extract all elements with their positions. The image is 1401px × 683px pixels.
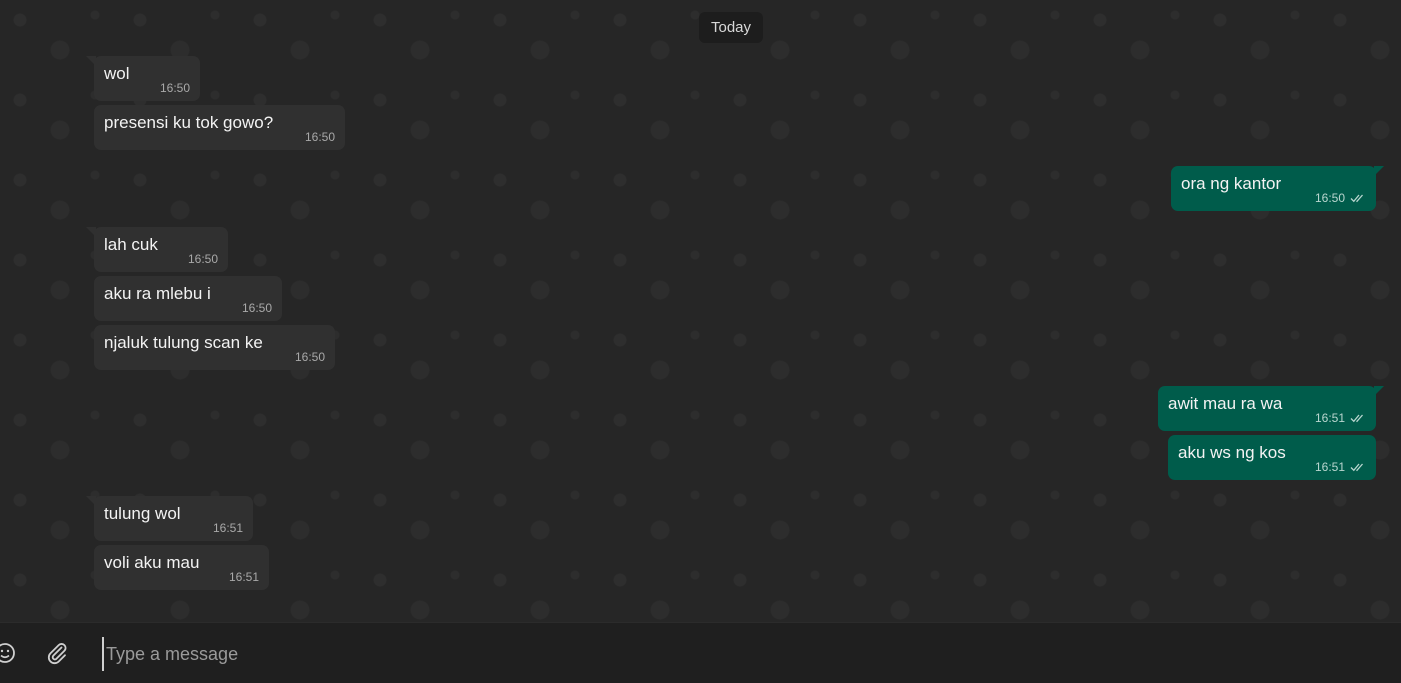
- message-text: aku ra mlebu i: [104, 284, 211, 303]
- bubble-tail: [1374, 166, 1384, 176]
- message-composer: [0, 622, 1401, 683]
- message-text: aku ws ng kos: [1178, 443, 1286, 462]
- bubble-tail: [86, 227, 96, 237]
- message-meta: 16:50: [242, 301, 272, 315]
- incoming-message[interactable]: voli aku mau 16:51: [94, 545, 269, 590]
- message-meta: 16:51: [229, 570, 259, 584]
- message-time: 16:50: [1314, 191, 1345, 205]
- message-time: 16:50: [241, 301, 272, 315]
- double-check-icon: [1350, 463, 1363, 472]
- outgoing-message[interactable]: ora ng kantor 16:50: [1171, 166, 1384, 211]
- message-input[interactable]: [102, 637, 1368, 671]
- message-text: njaluk tulung scan ke: [104, 333, 263, 352]
- message-time: 16:50: [294, 350, 325, 364]
- message-text: ora ng kantor: [1181, 174, 1282, 193]
- incoming-message[interactable]: presensi ku tok gowo? 16:50: [94, 105, 345, 150]
- message-text: lah cuk: [104, 235, 158, 254]
- bubble-tail: [86, 496, 96, 506]
- message-time: 16:51: [212, 521, 243, 535]
- outgoing-message[interactable]: awit mau ra wa 16:51: [1158, 386, 1384, 431]
- chat-area[interactable]: Today wol 16:50 presensi ku tok gowo? 16…: [0, 0, 1401, 622]
- double-check-icon: [1350, 194, 1363, 203]
- incoming-message[interactable]: aku ra mlebu i 16:50: [94, 276, 282, 321]
- date-divider: Today: [699, 12, 763, 43]
- message-time: 16:50: [159, 81, 190, 95]
- message-time: 16:51: [1314, 460, 1345, 474]
- double-check-icon: [1350, 414, 1363, 423]
- incoming-message[interactable]: tulung wol 16:51: [86, 496, 253, 541]
- message-meta: 16:50: [295, 350, 325, 364]
- message-meta: 16:50: [1315, 191, 1366, 205]
- message-text: awit mau ra wa: [1168, 394, 1283, 413]
- message-time: 16:50: [187, 252, 218, 266]
- incoming-message[interactable]: lah cuk 16:50: [86, 227, 228, 272]
- message-meta: 16:51: [1315, 411, 1366, 425]
- message-meta: 16:51: [213, 521, 243, 535]
- message-meta: 16:50: [160, 81, 190, 95]
- message-text: wol: [104, 64, 130, 83]
- paperclip-icon[interactable]: [45, 641, 69, 665]
- message-text: presensi ku tok gowo?: [104, 113, 274, 132]
- message-time: 16:50: [304, 130, 335, 144]
- message-text: voli aku mau: [104, 553, 200, 572]
- message-meta: 16:50: [188, 252, 218, 266]
- bubble-tail: [1374, 386, 1384, 396]
- incoming-message[interactable]: wol 16:50: [86, 56, 200, 101]
- message-text: tulung wol: [104, 504, 181, 523]
- bubble-tail: [86, 56, 96, 66]
- message-time: 16:51: [1314, 411, 1345, 425]
- smiley-icon[interactable]: [0, 641, 17, 665]
- message-time: 16:51: [228, 570, 259, 584]
- message-meta: 16:51: [1315, 460, 1366, 474]
- outgoing-message[interactable]: aku ws ng kos 16:51: [1168, 435, 1376, 480]
- incoming-message[interactable]: njaluk tulung scan ke 16:50: [94, 325, 335, 370]
- message-meta: 16:50: [305, 130, 335, 144]
